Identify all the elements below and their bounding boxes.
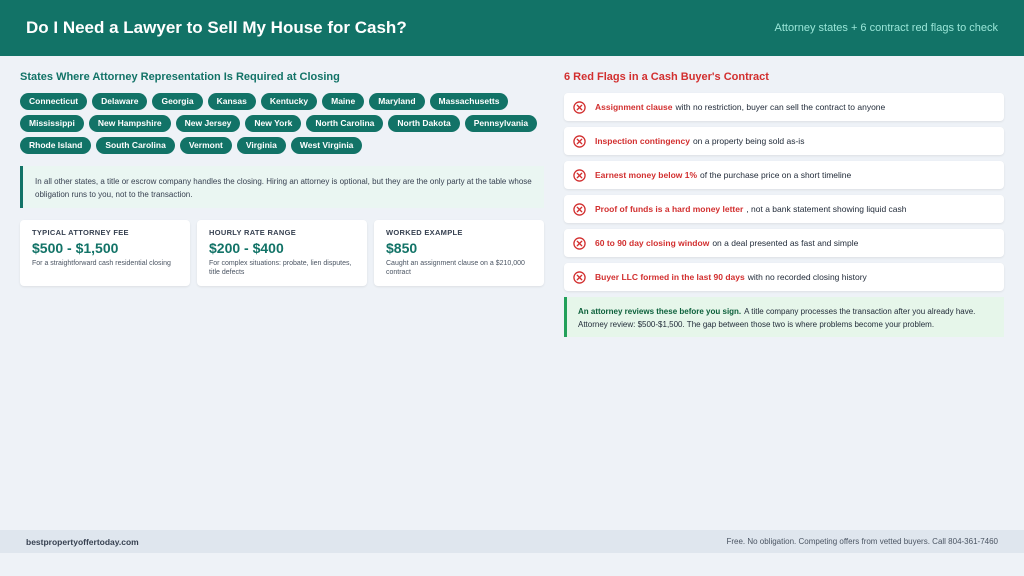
red-flag-list: Assignment clause with no restriction, bu… xyxy=(564,93,1004,291)
fee-card-example: WORKED EXAMPLE $850 Caught an assignment… xyxy=(374,220,544,286)
state-chip: Massachusetts xyxy=(429,93,509,110)
fee-cards: TYPICAL ATTORNEY FEE $500 - $1,500 For a… xyxy=(20,220,544,286)
page-header: Do I Need a Lawyer to Sell My House for … xyxy=(0,0,1024,56)
state-chip: Virginia xyxy=(236,137,286,154)
state-chip: Maryland xyxy=(369,93,425,110)
red-flag-detail: with no restriction, buyer can sell the … xyxy=(675,102,886,112)
x-circle-icon xyxy=(573,134,586,148)
fee-card-typical: TYPICAL ATTORNEY FEE $500 - $1,500 For a… xyxy=(20,220,190,286)
state-chip: Rhode Island xyxy=(20,137,92,154)
page-subtitle: Attorney states + 6 contract red flags t… xyxy=(774,22,998,34)
x-circle-icon xyxy=(573,168,586,182)
red-flag-item: 60 to 90 day closing window on a deal pre… xyxy=(564,229,1004,257)
closing-notice: In all other states, a title or escrow c… xyxy=(20,166,544,208)
left-column: States Where Attorney Representation Is … xyxy=(20,71,544,337)
red-flag-detail: of the purchase price on a short timelin… xyxy=(700,170,852,180)
state-chip: West Virginia xyxy=(290,137,363,154)
state-chip: Pennsylvania xyxy=(464,115,538,132)
red-flag-item: Proof of funds is a hard money letter, n… xyxy=(564,195,1004,223)
card-note: For a straightforward cash residential c… xyxy=(32,260,171,267)
state-chip: North Dakota xyxy=(388,115,460,132)
callout-emphasis: An attorney reviews these before you sig… xyxy=(578,307,742,316)
state-chip: Vermont xyxy=(179,137,232,154)
red-flag-detail: , not a bank statement showing liquid ca… xyxy=(746,204,907,214)
page-footer: bestpropertyoffertoday.com Free. No obli… xyxy=(0,530,1024,553)
state-chip: Connecticut xyxy=(20,93,88,110)
red-flag-detail: with no recorded closing history xyxy=(747,272,867,282)
card-note: For complex situations: probate, lien di… xyxy=(209,260,352,276)
x-circle-icon xyxy=(573,202,586,216)
red-flag-title: Assignment clause xyxy=(595,102,673,112)
state-chip: North Carolina xyxy=(306,115,384,132)
state-chip: Kentucky xyxy=(260,93,318,110)
red-flag-title: 60 to 90 day closing window xyxy=(595,238,710,248)
red-flag-title: Proof of funds is a hard money letter xyxy=(595,204,744,214)
page-title: Do I Need a Lawyer to Sell My House for … xyxy=(26,18,407,37)
red-flag-detail: on a deal presented as fast and simple xyxy=(712,238,859,248)
state-chip: New Jersey xyxy=(175,115,241,132)
x-circle-icon xyxy=(573,270,586,284)
red-flag-detail: on a property being sold as-is xyxy=(692,136,805,146)
state-chip: Georgia xyxy=(152,93,203,110)
card-label: HOURLY RATE RANGE xyxy=(209,228,297,237)
card-value: $200 - $400 xyxy=(209,240,284,256)
state-chip: Delaware xyxy=(92,93,148,110)
state-chip: Maine xyxy=(322,93,365,110)
footer-note: Free. No obligation. Competing offers fr… xyxy=(726,537,998,546)
footer-site: bestpropertyoffertoday.com xyxy=(26,536,139,547)
card-label: WORKED EXAMPLE xyxy=(386,228,463,237)
state-chip-list: Connecticut Delaware Georgia Kansas Kentucky… xyxy=(20,93,544,154)
card-label: TYPICAL ATTORNEY FEE xyxy=(32,228,129,237)
red-flag-title: Buyer LLC formed in the last 90 days xyxy=(595,272,745,282)
state-chip: South Carolina xyxy=(96,137,175,154)
card-note: Caught an assignment clause on a $210,00… xyxy=(386,260,525,276)
x-circle-icon xyxy=(573,236,586,250)
card-value: $500 - $1,500 xyxy=(32,240,119,256)
attorney-callout: An attorney reviews these before you sig… xyxy=(564,297,1004,337)
red-flag-item: Assignment clause with no restriction, bu… xyxy=(564,93,1004,121)
red-flag-item: Inspection contingency on a property bein… xyxy=(564,127,1004,155)
card-value: $850 xyxy=(386,240,418,256)
states-section-title: States Where Attorney Representation Is … xyxy=(20,71,340,83)
x-circle-icon xyxy=(573,100,586,114)
state-chip: New York xyxy=(245,115,302,132)
fee-card-hourly: HOURLY RATE RANGE $200 - $400 For comple… xyxy=(197,220,367,286)
red-flag-item: Buyer LLC formed in the last 90 days with… xyxy=(564,263,1004,291)
state-chip: New Hampshire xyxy=(88,115,171,132)
state-chip: Kansas xyxy=(207,93,256,110)
state-chip: Mississippi xyxy=(20,115,84,132)
red-flag-item: Earnest money below 1% of the purchase pr… xyxy=(564,161,1004,189)
main-content: States Where Attorney Representation Is … xyxy=(0,56,1024,337)
red-flag-title: Earnest money below 1% xyxy=(595,170,698,180)
red-flag-title: Inspection contingency xyxy=(595,136,690,146)
flags-section-title: 6 Red Flags in a Cash Buyer's Contract xyxy=(564,71,769,83)
right-column: 6 Red Flags in a Cash Buyer's Contract A… xyxy=(564,71,1004,337)
